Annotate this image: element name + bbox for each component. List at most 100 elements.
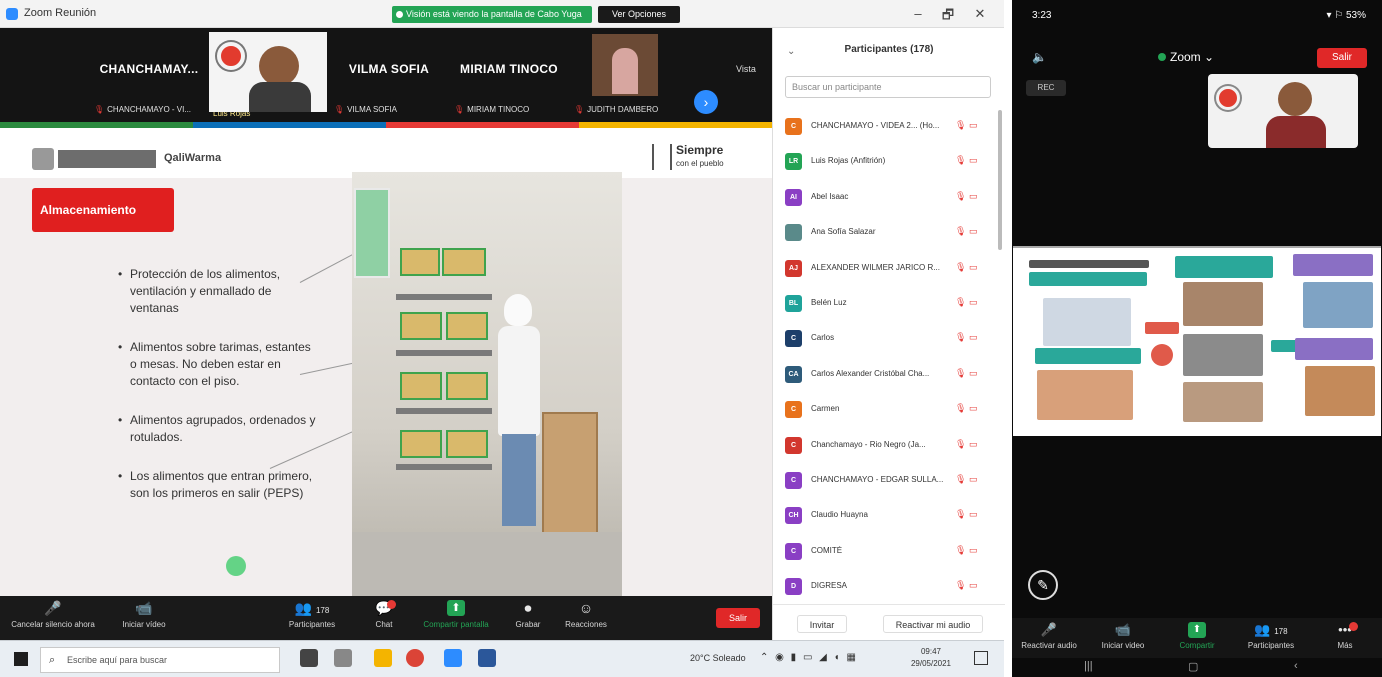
video-off-icon: ▭ [969,120,978,130]
phone-start-video-button[interactable]: 📹 Iniciar video [1086,622,1160,650]
phone-leave-button[interactable]: Salir [1317,48,1367,68]
participant-tile[interactable]: VILMA SOFIA 🎙 VILMA SOFIA [330,34,448,116]
participants-button[interactable]: 👥 178 Participantes [282,600,342,629]
start-video-button[interactable]: 📹 Iniciar vídeo [114,600,174,629]
phone-more-button[interactable]: ••• Más [1308,622,1382,650]
chat-notification-badge [387,600,396,609]
participant-row[interactable]: C CHANCHAMAYO - EDGAR SULLA... 🎙 ▭ [773,464,1005,499]
participant-row[interactable]: AJ ALEXANDER WILMER JARICO R... 🎙 ▭ [773,252,1005,287]
annotate-pencil-icon[interactable]: ✎ [1028,570,1058,600]
participant-row[interactable]: D DIGRESA 🎙 ▭ [773,570,1005,605]
chat-button[interactable]: 💬 Chat [364,600,404,629]
phone-shared-screen [1013,246,1381,436]
slide-header: QaliWarma Siempre con el pueblo [0,128,772,178]
next-page-arrow-icon[interactable]: › [694,90,718,114]
participant-list: C CHANCHAMAYO - VIDEA 2... (Ho... 🎙 ▭ LR Luis… [773,110,1005,605]
minimize-button[interactable]: – [908,6,928,21]
participant-person [612,48,638,94]
wooden-crate [542,412,598,542]
system-tray-icons[interactable]: ⌃ ◉ ▮ ▭ ◢ ◖ ▦ [760,652,858,663]
widgets-icon[interactable] [334,649,352,667]
reactions-button[interactable]: ☺ Reacciones [558,600,614,629]
clock[interactable]: 09:47 29/05/2021 [906,646,956,670]
windows-start-icon[interactable] [14,652,28,666]
phone-participants-button[interactable]: 👥 178 Participantes [1234,622,1308,650]
reaction-smiley-icon: ☺ [578,600,594,616]
share-screen-icon: ⬆ [1188,622,1206,638]
worker-head [504,294,532,326]
unmute-button[interactable]: 🎤 Cancelar silencio ahora [8,600,98,629]
invite-button[interactable]: Invitar [797,615,847,633]
participant-list-scrollbar[interactable] [998,110,1002,250]
government-shield-icon [32,148,54,170]
worker-legs [502,434,536,526]
phone-unmute-button[interactable]: 🎤 Reactivar audio [1012,622,1086,650]
participant-tile[interactable]: CHANCHAMAY... 🎙 CHANCHAMAYO - VI... [90,34,208,116]
view-options-button[interactable]: Ver Opciones [598,6,680,23]
home-icon[interactable]: ▢ [1188,660,1198,673]
participant-row[interactable]: C Chanchamayo - Rio Negro (Ja... 🎙 ▭ [773,429,1005,464]
phone-speaker-video[interactable] [1208,74,1358,148]
columns-logo-icon [652,144,672,170]
bullet-item: Alimentos sobre tarimas, estantes o mesa… [118,339,318,390]
notification-center-icon[interactable] [974,651,988,665]
share-screen-button[interactable]: ⬆ Compartir pantalla [416,600,496,629]
participant-row[interactable]: CA Carlos Alexander Cristóbal Cha... 🎙 ▭ [773,358,1005,393]
participant-row[interactable]: Ana Sofía Salazar 🎙 ▭ [773,216,1005,251]
participant-row[interactable]: AI Abel Isaac 🎙 ▭ [773,181,1005,216]
participant-row[interactable]: BL Belén Luz 🎙 ▭ [773,287,1005,322]
participant-search-input[interactable]: Buscar un participante [785,76,991,98]
mic-muted-icon: 🎙 [955,438,967,449]
participant-row[interactable]: CH Claudio Huayna 🎙 ▭ [773,499,1005,534]
unmute-me-button[interactable]: Reactivar mi audio [883,615,983,633]
screen-share-banner[interactable]: Visión está viendo la pantalla de Cabo Y… [392,6,592,23]
title-bar: Zoom Reunión Visión está viendo la panta… [0,0,1004,28]
zoom-menu[interactable]: Zoom ⌄ [1158,50,1214,64]
participant-row[interactable]: C Carmen 🎙 ▭ [773,393,1005,428]
storage-room-photo [352,172,622,596]
phone-zoom-screen: 3:23 ▾ ⚐ 53% 🔈 Zoom ⌄ Salir REC ✎ 🎤 Reac… [1012,0,1382,677]
word-icon[interactable] [478,649,496,667]
participants-panel-title: Participantes (178) [844,44,934,55]
mic-muted-icon: 🎙 [454,105,465,114]
back-icon[interactable]: ‹ [1294,660,1298,672]
windows-taskbar: ⌕ Escribe aquí para buscar 20°C Soleado ⌃… [0,640,1004,677]
recent-apps-icon[interactable]: ||| [1084,660,1093,672]
participant-name: CHANCHAMAYO - EDGAR SULLA... [811,474,944,484]
weather-widget[interactable]: 20°C Soleado [690,653,746,663]
zoom-taskbar-icon[interactable] [444,649,462,667]
participant-name: COMITÉ [811,545,843,555]
video-off-icon: ▭ [969,261,978,272]
file-explorer-icon[interactable] [374,649,392,667]
restore-button[interactable]: 🗗 [938,6,958,28]
bullet-list: Protección de los alimentos, ventilación… [118,266,318,524]
chrome-icon[interactable] [406,649,424,667]
participant-row[interactable]: LR Luis Rojas (Anfitrión) 🎙 ▭ [773,145,1005,180]
android-nav-bar: ||| ▢ ‹ [1012,658,1382,677]
leave-meeting-button[interactable]: Salir [716,608,760,628]
view-toggle-button[interactable]: Vista [736,64,756,74]
screen-root: Zoom Reunión Visión está viendo la panta… [0,0,1382,677]
participant-avatar: CA [785,365,802,383]
participant-name: Luis Rojas (Anfitrión) [811,156,886,166]
participant-tile-name: MIRIAM TINOCO [460,62,558,76]
record-button[interactable]: ⏺ Grabar [508,600,548,629]
participant-avatar: C [785,542,802,560]
speaker-head [1278,82,1312,116]
participant-row[interactable]: C COMITÉ 🎙 ▭ [773,535,1005,570]
participants-icon: 👥 178 [294,600,330,616]
participant-name: Ana Sofía Salazar [811,227,876,237]
task-view-icon[interactable] [300,649,318,667]
participant-avatar: LR [785,153,802,171]
taskbar-search-input[interactable]: ⌕ Escribe aquí para buscar [40,647,280,673]
participant-row[interactable]: C Carlos 🎙 ▭ [773,322,1005,357]
section-title: Almacenamiento [32,188,174,232]
speaker-audio-icon[interactable]: 🔈 [1032,50,1047,64]
participant-row[interactable]: C CHANCHAMAYO - VIDEA 2... (Ho... 🎙 ▭ [773,110,1005,145]
participant-tile[interactable]: MIRIAM TINOCO 🎙 MIRIAM TINOCO [450,34,568,116]
phone-share-button[interactable]: ⬆ Compartir [1160,622,1234,650]
participant-name: CHANCHAMAYO - VIDEA 2... (Ho... [811,121,940,130]
participant-name: Abel Isaac [811,191,849,201]
participant-tile-caption: 🎙 MIRIAM TINOCO [454,105,530,114]
close-button[interactable]: ✕ [970,6,990,22]
